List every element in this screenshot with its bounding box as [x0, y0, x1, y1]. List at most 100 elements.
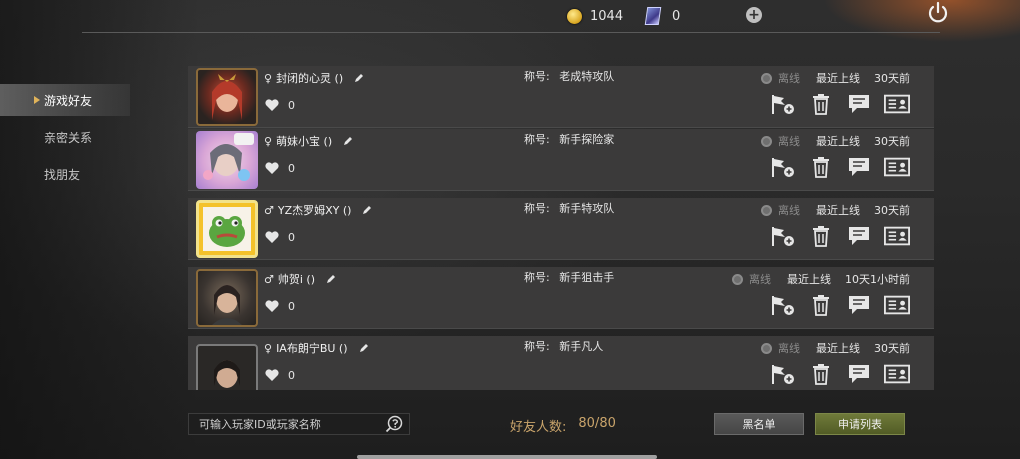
- friend-row[interactable]: ♀ 封闭的心灵 () 0 称号: 老成特攻队 离线 最近上线 30天前: [188, 66, 934, 128]
- friend-avatar[interactable]: [196, 131, 258, 189]
- chat-button[interactable]: [846, 293, 872, 317]
- last-online-label: 最近上线: [787, 273, 831, 286]
- friend-list[interactable]: ♀ 封闭的心灵 () 0 称号: 老成特攻队 离线 最近上线 30天前 ♀ 萌妹…: [188, 66, 934, 390]
- flag-add-icon: [772, 227, 794, 246]
- edit-remark-icon[interactable]: [325, 273, 337, 285]
- title-value: 新手狙击手: [559, 271, 615, 284]
- flag-add-icon: [772, 296, 794, 315]
- friend-avatar[interactable]: [196, 269, 258, 327]
- friend-name: IA布朗宁BU (): [276, 342, 348, 355]
- friend-title: 称号: 老成特攻队: [524, 68, 614, 84]
- invite-team-button[interactable]: [770, 362, 796, 386]
- player-search-box: [188, 413, 410, 435]
- avatar-frog-icon: [203, 207, 251, 251]
- title-value: 新手特攻队: [559, 202, 615, 215]
- title-value: 老成特攻队: [559, 70, 615, 83]
- title-value: 新手探险家: [559, 133, 615, 146]
- profile-card-button[interactable]: [884, 155, 910, 179]
- edit-remark-icon[interactable]: [353, 72, 365, 84]
- id-card-icon: [884, 295, 910, 315]
- card-amount: 0: [672, 8, 681, 24]
- friend-count: 好友人数: 80/80: [510, 416, 616, 435]
- apply-list-button[interactable]: 申请列表: [815, 413, 905, 435]
- chat-button[interactable]: [846, 155, 872, 179]
- offline-dot-icon: [761, 135, 772, 147]
- player-search-input[interactable]: [189, 414, 379, 434]
- edit-remark-icon[interactable]: [358, 342, 370, 354]
- avatar-portrait-icon: [203, 133, 254, 181]
- status-text: 离线: [778, 342, 800, 355]
- title-label: 称号:: [524, 133, 550, 146]
- friend-row[interactable]: ♂ YZ杰罗姆XY () 0 称号: 新手特攻队 离线 最近上线 30天前: [188, 198, 934, 260]
- last-online-value: 30天前: [874, 135, 910, 148]
- status-text: 离线: [778, 204, 800, 217]
- last-online-label: 最近上线: [816, 204, 860, 217]
- delete-friend-button[interactable]: [808, 362, 834, 386]
- invite-team-button[interactable]: [770, 155, 796, 179]
- card-counter: 0: [644, 6, 681, 26]
- friend-avatar[interactable]: [196, 344, 258, 390]
- chat-button[interactable]: [846, 92, 872, 116]
- invite-team-button[interactable]: [770, 224, 796, 248]
- friend-avatar[interactable]: [196, 200, 258, 258]
- friend-row[interactable]: ♀ 萌妹小宝 () 0 称号: 新手探险家 离线 最近上线 30天前: [188, 129, 934, 191]
- invite-team-button[interactable]: [770, 92, 796, 116]
- gender-icon: ♂: [264, 203, 274, 217]
- edit-remark-icon[interactable]: [361, 204, 373, 216]
- trash-icon: [813, 157, 829, 178]
- flag-add-icon: [772, 365, 794, 384]
- add-currency-button[interactable]: +: [746, 7, 762, 23]
- background-trees: [0, 0, 200, 459]
- delete-friend-button[interactable]: [808, 92, 834, 116]
- title-label: 称号:: [524, 271, 550, 284]
- sidebar-item-find-friends[interactable]: 找朋友: [0, 158, 130, 190]
- id-card-icon: [884, 364, 910, 384]
- top-divider: [82, 32, 940, 33]
- delete-friend-button[interactable]: [808, 155, 834, 179]
- profile-card-button[interactable]: [884, 293, 910, 317]
- status-text: 离线: [778, 72, 800, 85]
- friend-row[interactable]: ♂ 帅贺i () 0 称号: 新手狙击手 离线 最近上线 10天1小时前: [188, 267, 934, 329]
- id-card-icon: [884, 94, 910, 114]
- delete-friend-button[interactable]: [808, 293, 834, 317]
- friend-row[interactable]: ♀ IA布朗宁BU () 0 称号: 新手凡人 离线 最近上线 30天前: [188, 336, 934, 390]
- invite-team-button[interactable]: [770, 293, 796, 317]
- plus-icon: +: [748, 7, 760, 23]
- intimacy-value: 0: [288, 161, 295, 175]
- friend-avatar[interactable]: [196, 68, 258, 126]
- online-status: 离线 最近上线 10天1小时前: [732, 271, 910, 287]
- friend-count-value: 80/80: [578, 416, 616, 431]
- coin-amount: 1044: [590, 8, 624, 24]
- profile-card-button[interactable]: [884, 362, 910, 386]
- sidebar-item-game-friends[interactable]: 游戏好友: [0, 84, 130, 116]
- profile-card-button[interactable]: [884, 92, 910, 116]
- search-help-icon[interactable]: [385, 415, 403, 433]
- profile-card-button[interactable]: [884, 224, 910, 248]
- blacklist-button[interactable]: 黑名单: [714, 413, 804, 435]
- friend-name: 帅贺i (): [277, 273, 316, 286]
- friend-name-line: ♂ YZ杰罗姆XY (): [264, 202, 373, 218]
- id-card-icon: [884, 226, 910, 246]
- trash-icon: [813, 364, 829, 385]
- delete-friend-button[interactable]: [808, 224, 834, 248]
- edit-remark-icon[interactable]: [342, 135, 354, 147]
- heart-icon: [265, 300, 279, 312]
- friend-title: 称号: 新手凡人: [524, 338, 603, 354]
- friend-title: 称号: 新手探险家: [524, 131, 614, 147]
- status-text: 离线: [749, 273, 771, 286]
- title-label: 称号:: [524, 202, 550, 215]
- friend-name-line: ♀ 封闭的心灵 (): [264, 70, 365, 86]
- gender-icon: ♀: [264, 134, 273, 148]
- chat-button[interactable]: [846, 362, 872, 386]
- friend-name: 萌妹小宝 (): [276, 135, 333, 148]
- power-button[interactable]: [924, 0, 952, 26]
- last-online-value: 30天前: [874, 72, 910, 85]
- sidebar-item-label: 找朋友: [44, 167, 81, 182]
- online-status: 离线 最近上线 30天前: [761, 340, 910, 356]
- chat-bubble-icon: [849, 296, 869, 314]
- chat-button[interactable]: [846, 224, 872, 248]
- sidebar-item-intimate-relations[interactable]: 亲密关系: [0, 121, 130, 153]
- title-label: 称号:: [524, 70, 550, 83]
- intimacy-value: 0: [288, 299, 295, 313]
- offline-dot-icon: [732, 273, 743, 285]
